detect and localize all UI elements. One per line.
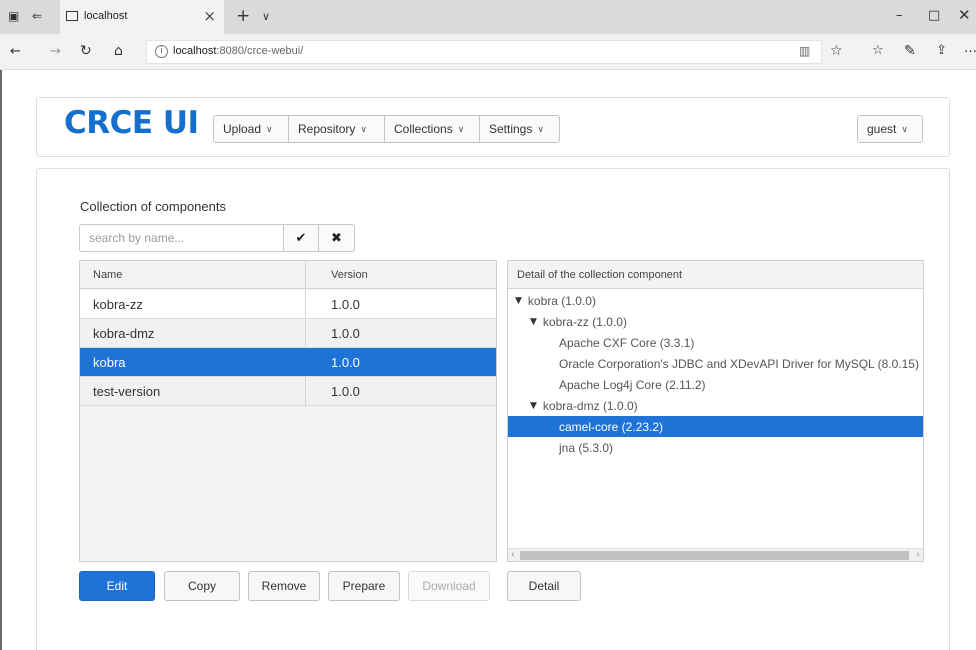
menu-repository[interactable]: Repository ∨ <box>289 115 385 143</box>
home-icon[interactable]: ⌂ <box>114 44 123 58</box>
refresh-icon[interactable]: ↻ <box>80 44 92 58</box>
more-icon[interactable]: … <box>964 42 976 55</box>
tree-node[interactable]: Oracle Corporation's JDBC and XDevAPI Dr… <box>508 353 923 374</box>
row-version: 1.0.0 <box>331 354 360 370</box>
share-icon[interactable]: ⇪ <box>936 44 947 57</box>
table-row-selected[interactable]: kobra 1.0.0 <box>80 348 496 377</box>
collection-table: Name Version kobra-zz 1.0.0 kobra-dmz 1.… <box>79 260 497 562</box>
horizontal-scrollbar[interactable]: ‹ › <box>508 548 923 561</box>
browser-tab[interactable]: localhost × <box>60 0 224 34</box>
copy-button[interactable]: Copy <box>164 571 240 601</box>
column-header-name[interactable]: Name <box>80 261 306 288</box>
expanded-triangle-icon[interactable]: ▼ <box>530 317 537 327</box>
row-name: kobra-dmz <box>80 319 306 347</box>
maximize-icon[interactable]: □ <box>928 9 940 22</box>
menu-upload[interactable]: Upload ∨ <box>213 115 289 143</box>
detail-header: Detail of the collection component <box>508 261 923 289</box>
tree-node[interactable]: ▼ kobra (1.0.0) <box>508 290 923 311</box>
tree-node[interactable]: Apache CXF Core (3.3.1) <box>508 332 923 353</box>
search-confirm-button[interactable]: ✔ <box>283 224 319 252</box>
check-icon: ✔ <box>295 230 307 246</box>
column-header-version[interactable]: Version <box>306 261 496 288</box>
row-version: 1.0.0 <box>331 296 360 312</box>
tree-node[interactable]: ▼ kobra-zz (1.0.0) <box>508 311 923 332</box>
clear-icon: ✖ <box>331 230 342 246</box>
reading-view-icon[interactable]: ▥ <box>799 45 810 57</box>
detail-panel: Detail of the collection component ▼ kobr… <box>507 260 924 562</box>
table-header: Name Version <box>80 261 496 289</box>
window-edge <box>0 70 2 650</box>
row-name: kobra-zz <box>80 290 306 318</box>
scroll-left-icon[interactable]: ‹ <box>511 549 515 561</box>
chevron-down-icon: ∨ <box>457 123 465 134</box>
menu-collections[interactable]: Collections ∨ <box>385 115 480 143</box>
row-name: kobra <box>80 348 306 376</box>
close-tab-icon[interactable]: × <box>203 7 216 25</box>
scrollbar-thumb[interactable] <box>520 551 909 560</box>
table-row[interactable]: kobra-zz 1.0.0 <box>80 290 496 319</box>
close-window-icon[interactable]: ✕ <box>958 8 971 23</box>
search-clear-button[interactable]: ✖ <box>319 224 355 252</box>
page-icon <box>66 11 78 21</box>
expanded-triangle-icon[interactable]: ▼ <box>515 296 522 306</box>
edit-button[interactable]: Edit <box>79 571 155 601</box>
favorites-list-icon[interactable]: ☆ <box>872 44 884 57</box>
tab-back-icon[interactable]: ⇐ <box>32 10 42 22</box>
user-menu[interactable]: guest ∨ <box>857 115 923 143</box>
tab-title: localhost <box>84 10 128 22</box>
address-bar: ← → ↻ ⌂ i localhost:8080/crce-webui/ ▥ ☆… <box>0 34 976 70</box>
chevron-down-icon: ∨ <box>901 123 908 134</box>
info-icon[interactable]: i <box>155 45 168 58</box>
tab-list-icon[interactable]: ∨ <box>262 11 270 22</box>
browser-tab-bar: ▣ ⇐ localhost × + ∨ – □ ✕ <box>0 0 976 34</box>
brand-logo[interactable]: CRCE UI <box>64 105 199 141</box>
new-tab-button[interactable]: + <box>236 8 250 25</box>
chevron-down-icon: ∨ <box>537 123 544 134</box>
prepare-button[interactable]: Prepare <box>328 571 400 601</box>
collection-title: Collection of components <box>80 199 226 214</box>
expanded-triangle-icon[interactable]: ▼ <box>530 401 537 411</box>
tree-node[interactable]: jna (5.3.0) <box>508 437 923 458</box>
tree-node[interactable]: ▼ kobra-dmz (1.0.0) <box>508 395 923 416</box>
table-row[interactable]: test-version 1.0.0 <box>80 377 496 406</box>
pen-icon[interactable]: ✎ <box>904 44 916 58</box>
detail-button[interactable]: Detail <box>507 571 581 601</box>
tab-actions-icon[interactable]: ▣ <box>8 10 19 22</box>
chevron-down-icon: ∨ <box>266 123 273 134</box>
tree-node[interactable]: Apache Log4j Core (2.11.2) <box>508 374 923 395</box>
chevron-down-icon: ∨ <box>360 123 367 134</box>
tree-node-selected[interactable]: camel-core (2.23.2) <box>508 416 923 437</box>
favorite-star-icon[interactable]: ☆ <box>830 44 843 58</box>
url-field[interactable]: i localhost:8080/crce-webui/ ▥ <box>146 40 822 64</box>
scroll-right-icon[interactable]: › <box>916 549 920 561</box>
minimize-icon[interactable]: – <box>896 9 903 22</box>
forward-icon[interactable]: → <box>50 45 61 58</box>
remove-button[interactable]: Remove <box>248 571 320 601</box>
download-button[interactable]: Download <box>408 571 490 601</box>
search-input[interactable] <box>79 224 283 252</box>
url-text: localhost:8080/crce-webui/ <box>173 45 304 57</box>
row-version: 1.0.0 <box>331 383 360 399</box>
app-navbar: CRCE UI Upload ∨ Repository ∨ Collections ∨… <box>36 97 950 157</box>
table-row[interactable]: kobra-dmz 1.0.0 <box>80 319 496 348</box>
row-name: test-version <box>80 377 306 405</box>
menu-settings[interactable]: Settings ∨ <box>480 115 560 143</box>
row-version: 1.0.0 <box>331 325 360 341</box>
back-icon[interactable]: ← <box>10 45 21 58</box>
